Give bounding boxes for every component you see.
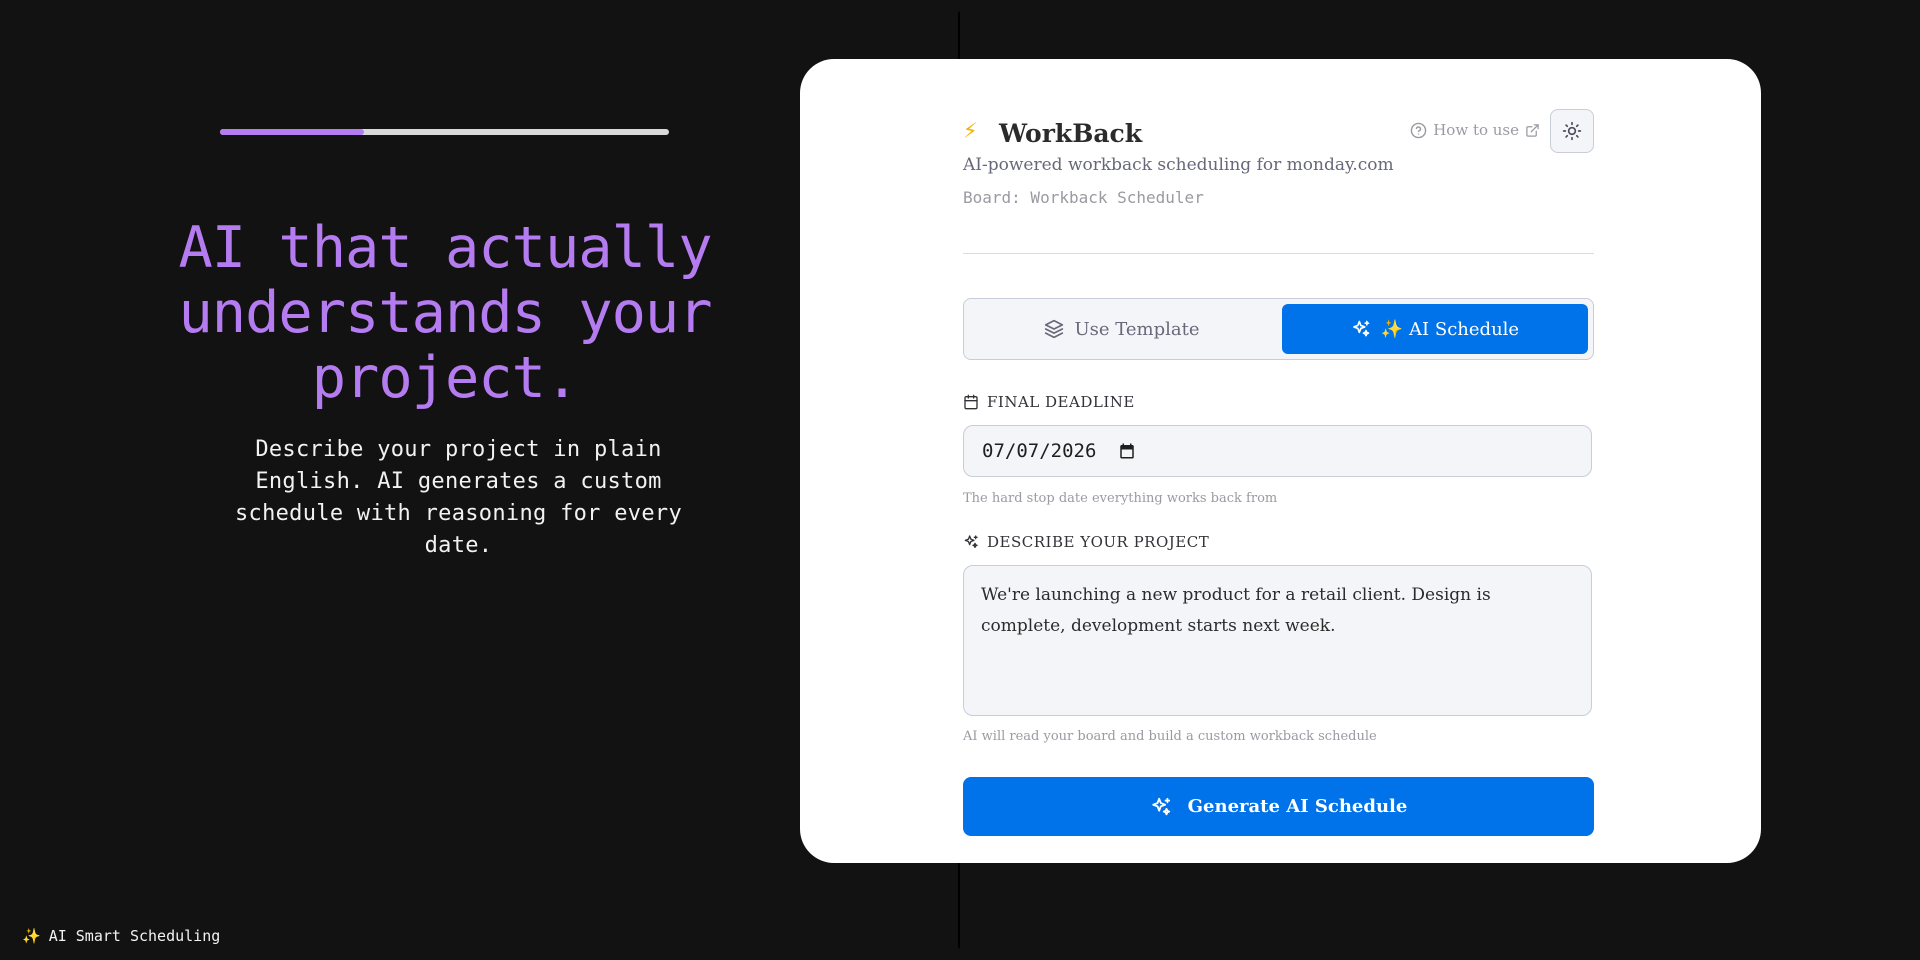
sparkles-icon <box>1150 796 1172 818</box>
final-deadline-label: FINAL DEADLINE <box>963 393 1135 411</box>
theme-toggle-button[interactable] <box>1550 109 1594 153</box>
final-deadline-value: 07/07/2026 <box>982 440 1097 462</box>
external-link-icon <box>1525 123 1540 138</box>
generate-ai-schedule-label: Generate AI Schedule <box>1187 796 1408 817</box>
header-divider <box>963 253 1594 254</box>
final-deadline-label-text: FINAL DEADLINE <box>987 393 1135 411</box>
sparkles-icon <box>963 534 979 550</box>
ai-schedule-tab[interactable]: ✨ AI Schedule <box>1282 304 1588 354</box>
generate-ai-schedule-button[interactable]: Generate AI Schedule <box>963 777 1594 836</box>
describe-project-label-text: DESCRIBE YOUR PROJECT <box>987 533 1210 551</box>
how-to-use-link[interactable]: How to use <box>1410 121 1540 139</box>
ai-schedule-label: ✨ AI Schedule <box>1380 318 1520 340</box>
how-to-use-label: How to use <box>1433 121 1519 139</box>
promo-headline: AI that actually understands your projec… <box>178 215 712 411</box>
app-header: ⚡ WorkBack How to use <box>963 109 1594 155</box>
layers-icon <box>1044 319 1064 339</box>
progress-bar-fill <box>220 129 364 135</box>
project-description-hint: AI will read your board and build a cust… <box>963 729 1377 744</box>
footer-tag-label: AI Smart Scheduling <box>48 927 221 945</box>
app-tagline: AI-powered workback scheduling for monda… <box>963 155 1394 175</box>
use-template-tab[interactable]: Use Template <box>969 304 1275 354</box>
final-deadline-input[interactable]: 07/07/2026 <box>963 425 1592 477</box>
sparkles-icon: ✨ <box>22 927 41 945</box>
app-card: ⚡ WorkBack How to use AI-powered workbac… <box>800 59 1761 863</box>
promo-subtext: Describe your project in plain English. … <box>235 437 682 558</box>
board-name: Board: Workback Scheduler <box>963 188 1204 207</box>
calendar-icon <box>963 394 979 410</box>
lightning-bolt-icon: ⚡ <box>963 116 978 144</box>
calendar-picker-icon[interactable] <box>1118 442 1136 460</box>
app-title: WorkBack <box>999 119 1143 148</box>
progress-bar <box>220 129 669 135</box>
mode-toggle: Use Template ✨ AI Schedule <box>963 298 1594 360</box>
final-deadline-hint: The hard stop date everything works back… <box>963 491 1278 506</box>
help-circle-icon <box>1410 122 1427 139</box>
sun-icon <box>1562 121 1582 141</box>
project-description-textarea[interactable]: We're launching a new product for a reta… <box>963 565 1592 716</box>
use-template-label: Use Template <box>1074 318 1200 340</box>
sparkles-icon <box>1351 319 1371 339</box>
describe-project-label: DESCRIBE YOUR PROJECT <box>963 533 1209 551</box>
footer-tag: ✨ AI Smart Scheduling <box>22 927 220 945</box>
